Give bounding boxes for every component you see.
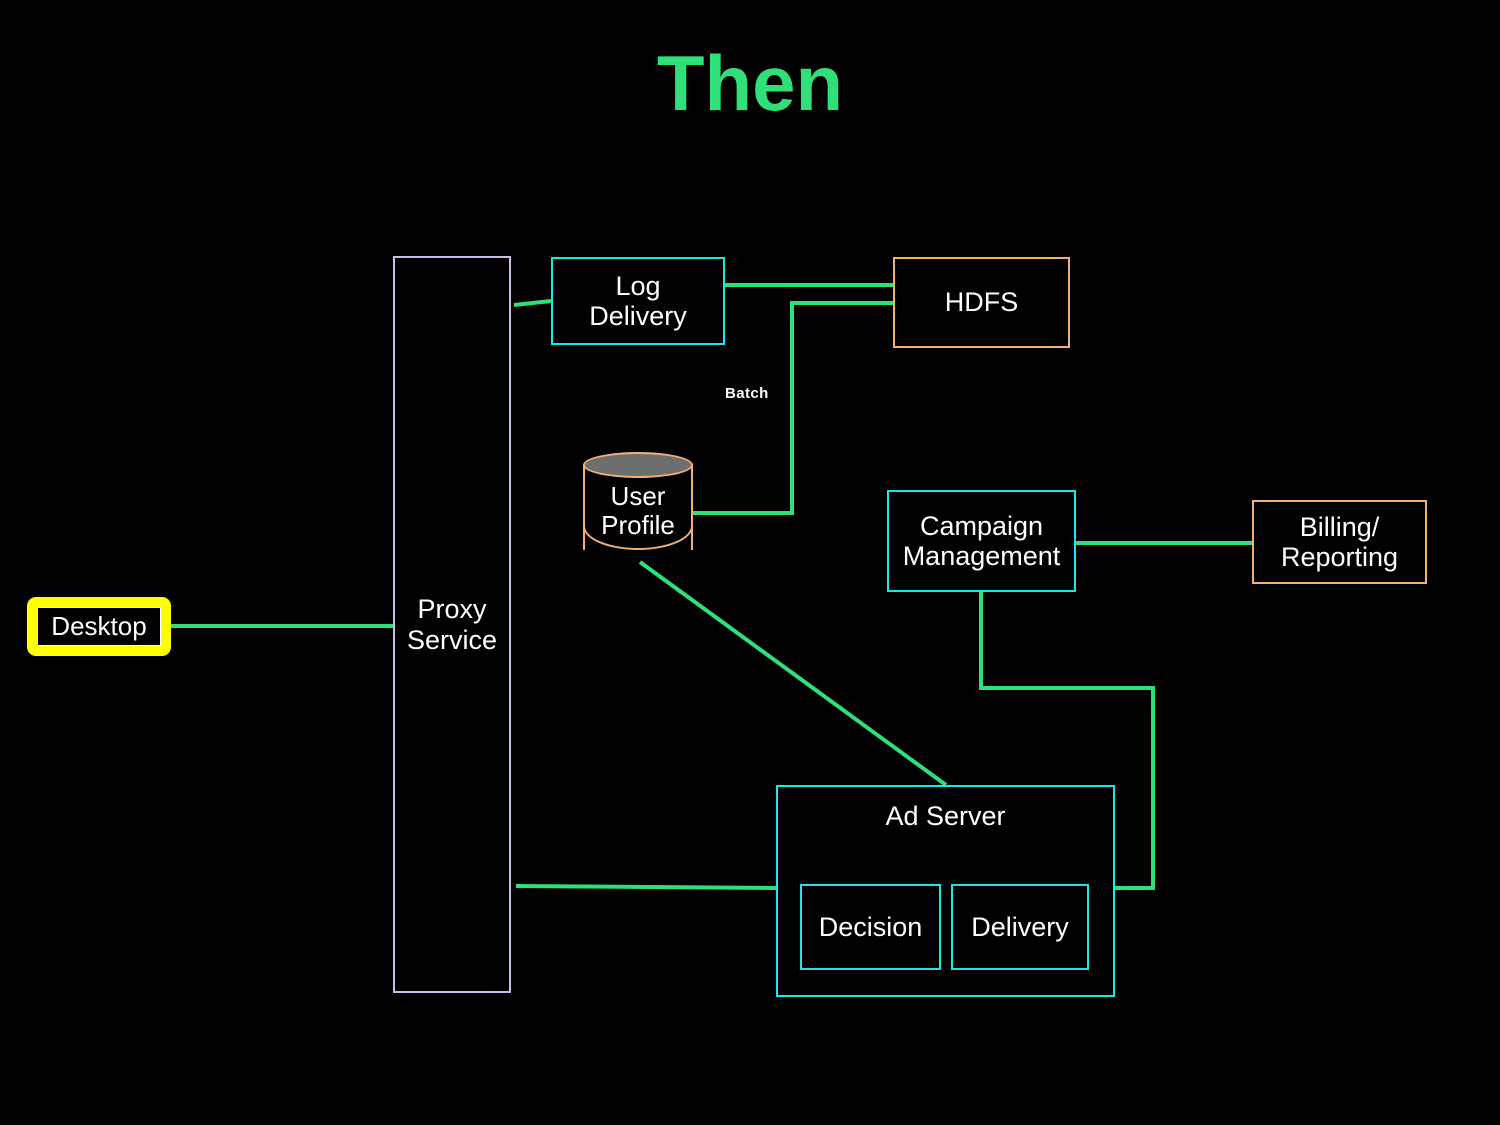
node-proxy-service[interactable]: Proxy Service <box>393 256 511 993</box>
page-title: Then <box>656 39 844 127</box>
node-desktop[interactable]: Desktop <box>27 597 171 656</box>
node-delivery[interactable]: Delivery <box>951 884 1089 970</box>
node-log-delivery[interactable]: Log Delivery <box>551 257 725 345</box>
node-desktop-label: Desktop <box>37 607 161 646</box>
node-decision[interactable]: Decision <box>800 884 941 970</box>
edge-label-batch: Batch <box>725 385 769 402</box>
node-campaign-management[interactable]: Campaign Management <box>887 490 1076 592</box>
edge-proxy-log-delivery <box>513 299 552 307</box>
node-ad-server-label: Ad Server <box>885 801 1006 831</box>
node-hdfs[interactable]: HDFS <box>893 257 1070 348</box>
slide-canvas: Then Desktop Proxy Service Log Delivery <box>0 0 1500 1125</box>
node-user-profile-label: User Profile <box>601 481 675 541</box>
node-user-profile[interactable]: User Profile <box>583 452 693 562</box>
edge-proxy-ad-server <box>515 884 777 890</box>
node-billing-reporting[interactable]: Billing/ Reporting <box>1252 500 1427 584</box>
database-cylinder-icon <box>583 452 693 478</box>
edge-user-profile-ad-server <box>638 560 948 787</box>
